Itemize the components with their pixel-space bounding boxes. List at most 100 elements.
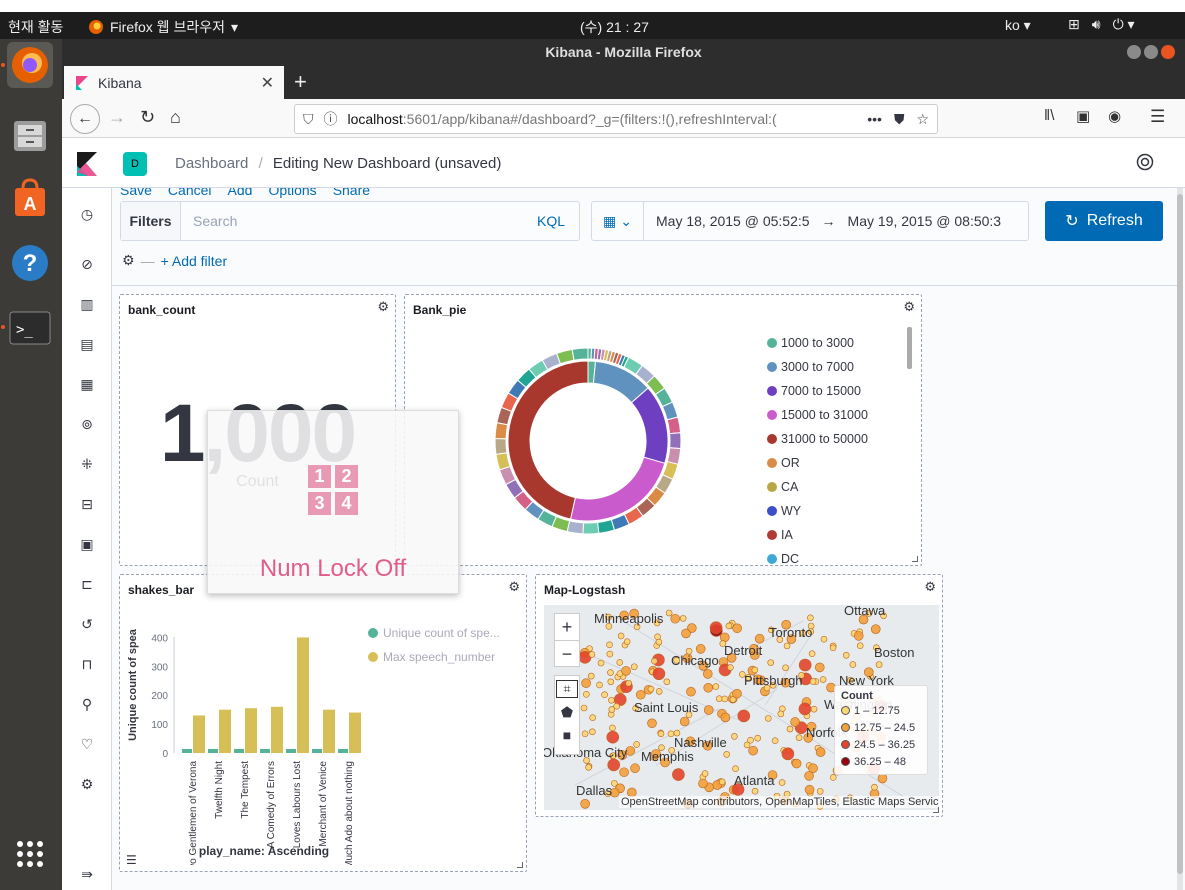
map-point[interactable] (587, 672, 595, 680)
map-point[interactable] (842, 651, 850, 659)
map-point[interactable] (617, 632, 625, 640)
breadcrumb-dashboard[interactable]: Dashboard (175, 155, 248, 172)
map-point[interactable] (703, 682, 714, 693)
dock-files[interactable] (7, 112, 53, 158)
bar-max-speech[interactable] (323, 709, 335, 753)
map-point[interactable] (701, 770, 709, 777)
sidebar-icon[interactable]: ▣ (1076, 107, 1090, 125)
close-window-button[interactable] (1161, 45, 1175, 59)
bar-max-speech[interactable] (245, 708, 257, 753)
visualize-icon[interactable]: ▥ (78, 296, 96, 314)
map-point[interactable] (580, 798, 590, 809)
maps-icon[interactable]: ⊚ (78, 416, 96, 434)
lock-icon[interactable]: ⊓ (78, 656, 96, 674)
map-point[interactable] (754, 633, 765, 644)
map-point[interactable] (723, 751, 731, 758)
map-point[interactable] (647, 718, 657, 729)
map-canvas[interactable]: Minneapolis Toronto Ottawa Chicago Detroit Bo… (544, 605, 939, 810)
map-point[interactable] (829, 774, 837, 781)
map-point[interactable] (771, 737, 779, 745)
map-point[interactable] (875, 661, 883, 668)
map-point[interactable] (686, 686, 696, 697)
pie-outer-slice[interactable] (597, 518, 616, 534)
home-button[interactable]: ⌂ (170, 107, 181, 128)
legend-item[interactable]: OR (767, 451, 868, 475)
map-point[interactable] (798, 702, 812, 716)
legend-toggle-icon[interactable]: ☰ (126, 853, 137, 867)
map-point[interactable] (871, 783, 878, 791)
map-point[interactable] (819, 676, 827, 683)
url-bar[interactable]: ⛉ ⓘ localhost:5601/app/kibana#/dashboard… (294, 104, 938, 134)
pocket-icon[interactable]: ⛊ (894, 111, 905, 128)
dock-software[interactable]: A (7, 175, 53, 221)
map-point[interactable] (808, 650, 816, 658)
forward-button[interactable]: → (108, 107, 126, 128)
bar-max-speech[interactable] (271, 706, 283, 753)
menu-save[interactable]: Save (120, 188, 152, 198)
map-point[interactable] (870, 624, 881, 634)
map-point[interactable] (665, 609, 673, 617)
pie-outer-slice[interactable] (495, 452, 511, 471)
map-point[interactable] (581, 678, 591, 688)
bar-unique-count[interactable] (312, 748, 322, 753)
map-point[interactable] (589, 714, 596, 721)
map-point[interactable] (737, 709, 751, 723)
zoom-in-button[interactable]: + (562, 614, 573, 640)
map-point[interactable] (672, 768, 685, 781)
map-point[interactable] (721, 695, 729, 703)
map-point[interactable] (853, 631, 864, 641)
pie-slice[interactable] (569, 456, 666, 522)
map-point[interactable] (698, 778, 708, 789)
account-icon[interactable]: ◉ (1108, 107, 1121, 125)
map-point[interactable] (702, 669, 713, 679)
map-point[interactable] (606, 650, 614, 658)
map-point[interactable] (791, 758, 802, 769)
map-point[interactable] (609, 724, 616, 732)
map-point[interactable] (751, 787, 759, 795)
donut-chart[interactable] (488, 341, 688, 541)
map-point[interactable] (809, 678, 817, 685)
panel-options-gear-icon[interactable]: ⚙ (903, 299, 915, 315)
panel-options-gear-icon[interactable]: ⚙ (924, 579, 936, 595)
pie-outer-slice[interactable] (556, 348, 575, 365)
pie-outer-slice[interactable] (571, 347, 589, 361)
legend-item[interactable]: 15000 to 31000 (767, 403, 868, 427)
bar-max-speech[interactable] (219, 709, 231, 753)
system-tray[interactable]: ⊞ 🔊︎ ⏻ ▾ (1068, 16, 1135, 33)
map-point[interactable] (588, 651, 596, 658)
logs-icon[interactable]: ▣ (78, 536, 96, 554)
map-point[interactable] (623, 638, 631, 645)
filter-settings-gear-icon[interactable]: ⚙ (122, 252, 135, 269)
map-point[interactable] (606, 730, 620, 744)
map-point[interactable] (679, 716, 690, 727)
map-point[interactable] (808, 763, 818, 774)
map-point[interactable] (580, 704, 588, 712)
map-point[interactable] (606, 641, 613, 649)
map-point[interactable] (663, 678, 671, 686)
library-icon[interactable]: ‖\ (1044, 107, 1054, 124)
map-point[interactable] (657, 730, 665, 738)
maximize-button[interactable] (1144, 45, 1158, 59)
map-point[interactable] (655, 688, 663, 695)
map-point[interactable] (607, 669, 614, 676)
minimize-button[interactable] (1127, 45, 1141, 59)
map-point[interactable] (804, 784, 815, 795)
scrollbar-thumb[interactable] (1177, 194, 1183, 874)
map-point[interactable] (647, 685, 655, 693)
close-tab-icon[interactable]: ✕ (261, 73, 274, 93)
kql-toggle[interactable]: KQL (537, 213, 579, 229)
legend-item[interactable]: 7000 to 15000 (767, 379, 868, 403)
map-point[interactable] (807, 614, 814, 622)
map-point[interactable] (630, 663, 638, 671)
zoom-out-button[interactable]: − (555, 640, 579, 666)
bar-unique-count[interactable] (260, 748, 270, 753)
map-point[interactable] (616, 659, 624, 666)
map-point[interactable] (798, 658, 812, 672)
map-point[interactable] (754, 734, 762, 742)
resize-handle[interactable] (517, 862, 523, 868)
map-point[interactable] (829, 644, 837, 652)
management-gear-icon[interactable]: ⚙ (78, 776, 96, 794)
refresh-button[interactable]: ↻ Refresh (1045, 201, 1163, 241)
map-point[interactable] (712, 683, 720, 690)
polygon-icon[interactable]: ⬟ (561, 704, 573, 721)
